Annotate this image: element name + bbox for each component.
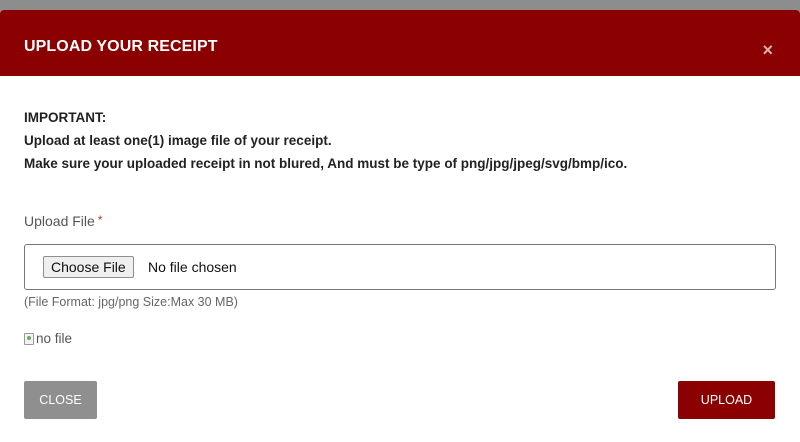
upload-file-label: Upload File * bbox=[24, 213, 103, 229]
upload-receipt-modal: UPLOAD YOUR RECEIPT × IMPORTANT: Upload … bbox=[0, 10, 800, 442]
required-asterisk: * bbox=[97, 213, 103, 227]
important-notice: IMPORTANT: Upload at least one(1) image … bbox=[24, 106, 627, 175]
notice-line-2: Make sure your uploaded receipt in not b… bbox=[24, 156, 628, 171]
preview-alt-text: no file bbox=[36, 331, 73, 346]
upload-file-label-text: Upload File bbox=[24, 213, 95, 229]
notice-heading: IMPORTANT: bbox=[24, 110, 107, 125]
close-button[interactable]: CLOSE bbox=[24, 381, 97, 419]
modal-header: UPLOAD YOUR RECEIPT × bbox=[0, 10, 800, 76]
file-status-text: No file chosen bbox=[148, 259, 237, 275]
upload-button[interactable]: UPLOAD bbox=[678, 381, 775, 419]
notice-line-1: Upload at least one(1) image file of you… bbox=[24, 133, 332, 148]
broken-image-icon bbox=[24, 332, 34, 345]
file-format-hint: (File Format: jpg/png Size:Max 30 MB) bbox=[24, 295, 238, 309]
receipt-preview: no file bbox=[24, 331, 72, 346]
modal-backdrop bbox=[0, 0, 800, 10]
close-icon[interactable]: × bbox=[762, 41, 773, 59]
choose-file-button[interactable]: Choose File bbox=[43, 256, 134, 278]
modal-title: UPLOAD YOUR RECEIPT bbox=[24, 38, 218, 55]
file-input[interactable]: Choose File No file chosen bbox=[24, 244, 776, 290]
